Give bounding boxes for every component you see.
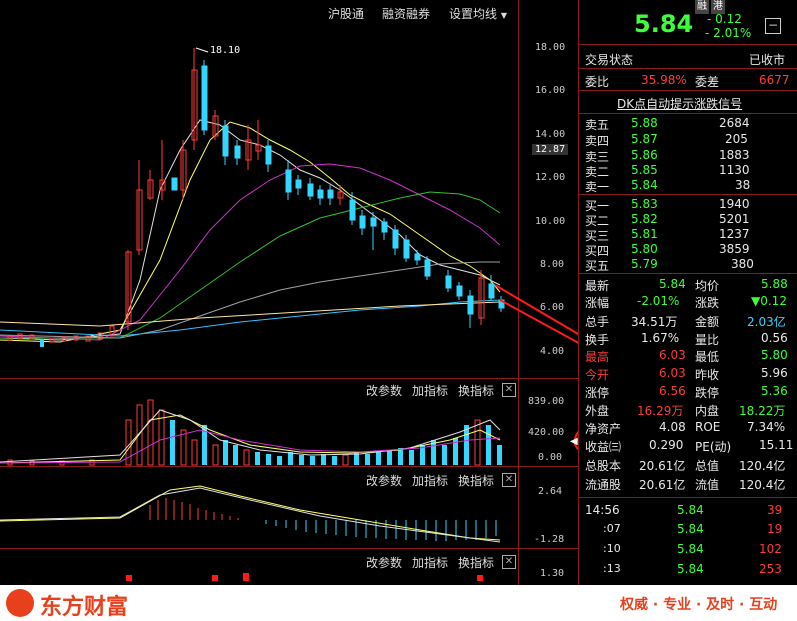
y-tick: 18.00: [535, 42, 566, 53]
ask-row: 卖一 5.84 38: [585, 178, 751, 194]
ask-row: 卖三 5.86 1883: [585, 148, 750, 164]
stat-row: 总股本 20.61亿 总值 120.4亿: [585, 459, 786, 473]
footer: 东方财富 权威 · 专业 · 及时 · 互动: [0, 585, 797, 621]
bottom-y-tick: 1.30: [540, 568, 565, 579]
tick-row: :13 5.84 253: [603, 562, 782, 576]
y-tick: 12.00: [535, 172, 566, 183]
hand-annotation: [494, 284, 578, 450]
vol-add-indicator-button[interactable]: 加指标: [412, 382, 448, 399]
bid-row: 买五 5.79 380: [585, 257, 754, 273]
macd-edit-params-button[interactable]: 改参数: [366, 472, 402, 489]
stat-row: 外盘 16.29万 内盘 18.22万: [585, 404, 786, 418]
weicha-label: 委差: [695, 75, 720, 89]
tick-row: :10 5.84 102: [603, 542, 782, 556]
brand-logo-icon: [6, 589, 34, 617]
trade-status-label: 交易状态: [585, 53, 634, 67]
tick-row: 14:56 5.84 39: [585, 503, 783, 517]
macd-add-indicator-button[interactable]: 加指标: [412, 472, 448, 489]
tick-row: :07 5.84 19: [603, 522, 783, 536]
stat-row: 总手 34.51万 金额 2.03亿: [585, 315, 786, 329]
collapse-arrow-icon[interactable]: ◀: [570, 436, 578, 447]
bid-row: 买四 5.80 3859: [585, 242, 750, 258]
macd-bars: [149, 498, 239, 520]
bid-row: 买一 5.83 1940: [585, 197, 750, 213]
quote-panel: 融 港 5.84 - 0.12 - 2.01% − 交易状态 已收市 委比 35…: [578, 0, 797, 585]
change-value: - 0.12: [707, 12, 742, 26]
ma-line-white: [0, 119, 501, 341]
y-tick: 16.00: [535, 85, 566, 96]
trade-status-value: 已收市: [749, 53, 786, 67]
stat-row: 涨停 6.56 跌停 5.36: [585, 384, 788, 400]
high-annotation: 18.10: [210, 45, 241, 56]
brand-name: 东方财富: [40, 595, 129, 620]
bottom-switch-indicator-button[interactable]: 换指标: [458, 554, 494, 571]
y-tick: 10.00: [535, 216, 566, 227]
chart-area: 沪股通 融资融券 设置均线 ▼ 18.00 16.00 14.00 12.00 …: [0, 0, 578, 585]
macd-y-tick: -1.28: [534, 534, 565, 545]
stat-row: 收益㈢ 0.290 PE(动) 15.11: [585, 438, 794, 454]
stat-row: 最高 6.03 最低 5.80: [585, 348, 788, 364]
bottom-edit-params-button[interactable]: 改参数: [366, 554, 402, 571]
y-tick: 6.00: [540, 302, 565, 313]
stat-row: 涨幅 -2.01% 涨跌 ▼0.12: [585, 294, 787, 310]
y-tick: 8.00: [540, 259, 565, 270]
ma-line-magenta: [0, 163, 501, 341]
signal-link[interactable]: DK点自动提示涨跌信号: [617, 95, 742, 112]
weicha-value: 6677: [759, 73, 790, 87]
ask-row: 卖五 5.88 2684: [585, 116, 750, 132]
bid-row: 买二 5.82 5201: [585, 212, 750, 228]
close-icon[interactable]: ✕: [502, 473, 516, 487]
current-price-tag: 12.87: [532, 144, 569, 155]
ma-line-yellow: [0, 121, 501, 343]
stat-row: 净资产 4.08 ROE 7.34%: [585, 420, 786, 436]
vol-switch-indicator-button[interactable]: 换指标: [458, 382, 494, 399]
close-icon[interactable]: ✕: [502, 555, 516, 569]
ask-row: 卖二 5.85 1130: [585, 163, 750, 179]
vol-y-tick: 839.00: [528, 396, 565, 407]
y-tick: 14.00: [535, 129, 566, 140]
last-price: 5.84: [634, 10, 694, 38]
weibi-label: 委比: [585, 75, 610, 89]
vol-y-tick: 0.00: [538, 452, 563, 463]
minimize-icon[interactable]: −: [765, 18, 781, 34]
candles-rise: [125, 48, 485, 330]
y-tick: 4.00: [540, 346, 565, 357]
volume-bars: [7, 399, 502, 466]
bid-row: 买三 5.81 1237: [585, 227, 750, 243]
change-pct: - 2.01%: [705, 26, 752, 40]
stat-row: 最新 5.84 均价 5.88: [585, 277, 788, 293]
ask-row: 卖四 5.87 205: [585, 132, 748, 148]
stat-row: 流通股 20.61亿 流值 120.4亿: [585, 478, 786, 492]
vol-y-tick: 420.00: [528, 427, 565, 438]
vol-edit-params-button[interactable]: 改参数: [366, 382, 402, 399]
brand-slogan: 权威 · 专业 · 及时 · 互动: [620, 597, 778, 613]
kline-chart: [0, 47, 578, 581]
bottom-add-indicator-button[interactable]: 加指标: [412, 554, 448, 571]
weibi-value: 35.98%: [641, 73, 687, 87]
close-icon[interactable]: ✕: [502, 383, 516, 397]
macd-y-tick: 2.64: [538, 486, 563, 497]
macd-switch-indicator-button[interactable]: 换指标: [458, 472, 494, 489]
stat-row: 换手 1.67% 量比 0.56: [585, 331, 788, 347]
stat-row: 今开 6.03 昨收 5.96: [585, 366, 788, 382]
